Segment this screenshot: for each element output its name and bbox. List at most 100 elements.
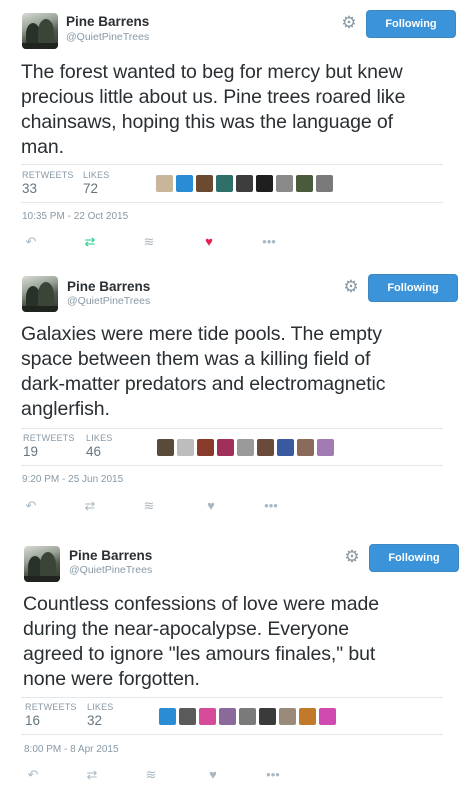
liker-avatar[interactable] <box>257 439 274 456</box>
reply-icon[interactable]: ↶ <box>22 498 40 514</box>
liker-avatars <box>156 175 333 192</box>
tweet: Pine Barrens @QuietPineTrees ⚙ Following… <box>0 536 467 808</box>
reply-icon[interactable]: ↶ <box>22 234 40 250</box>
tweet-text: Countless confessions of love were made … <box>23 592 463 692</box>
liker-avatar[interactable] <box>197 439 214 456</box>
liker-avatar[interactable] <box>276 175 293 192</box>
likes-label[interactable]: LIKES <box>86 433 113 443</box>
user-handle[interactable]: @QuietPineTrees <box>67 295 150 307</box>
divider <box>21 697 443 698</box>
user-handle[interactable]: @QuietPineTrees <box>66 31 149 43</box>
liker-avatar[interactable] <box>157 439 174 456</box>
timestamp[interactable]: 9:20 PM - 25 Jun 2015 <box>22 474 123 485</box>
liker-avatar[interactable] <box>219 708 236 725</box>
heart-icon[interactable]: ♥ <box>200 234 218 250</box>
retweets-label[interactable]: RETWEETS <box>25 702 77 712</box>
retweets-count[interactable]: 16 <box>25 713 40 728</box>
liker-avatars <box>159 708 336 725</box>
timestamp[interactable]: 10:35 PM - 22 Oct 2015 <box>22 211 128 222</box>
liker-avatar[interactable] <box>319 708 336 725</box>
likes-label[interactable]: LIKES <box>83 170 110 180</box>
retweet-icon[interactable]: ⇄ <box>81 498 99 514</box>
following-button[interactable]: Following <box>366 10 456 38</box>
liker-avatar[interactable] <box>297 439 314 456</box>
liker-avatar[interactable] <box>217 439 234 456</box>
avatar[interactable] <box>22 276 58 312</box>
more-icon[interactable]: ••• <box>260 234 278 250</box>
user-handle[interactable]: @QuietPineTrees <box>69 564 152 576</box>
liker-avatar[interactable] <box>316 175 333 192</box>
divider <box>21 734 443 735</box>
tweet-text-line: anglerfish. <box>21 398 110 420</box>
retweet-icon[interactable]: ⇄ <box>81 234 99 250</box>
user-name[interactable]: Pine Barrens <box>66 14 149 29</box>
stack-icon[interactable]: ≋ <box>140 498 158 514</box>
tweet-text-line: chainsaws, hoping this was the language … <box>21 111 393 133</box>
liker-avatar[interactable] <box>196 175 213 192</box>
reply-icon[interactable]: ↶ <box>24 767 42 783</box>
tweet-text: The forest wanted to beg for mercy but k… <box>21 60 461 160</box>
tweet-text-line: during the near-apocalypse. Everyone <box>23 618 349 640</box>
liker-avatar[interactable] <box>299 708 316 725</box>
likes-label[interactable]: LIKES <box>87 702 114 712</box>
heart-icon[interactable]: ♥ <box>204 767 222 783</box>
tweet-text-line: man. <box>21 136 64 158</box>
retweets-count[interactable]: 19 <box>23 444 38 459</box>
gear-icon[interactable]: ⚙ <box>343 548 361 566</box>
liker-avatar[interactable] <box>179 708 196 725</box>
tweet-text: Galaxies were mere tide pools. The empty… <box>21 322 461 422</box>
tweet-text-line: Galaxies were mere tide pools. The empty <box>21 323 382 345</box>
liker-avatars <box>157 439 334 456</box>
liker-avatar[interactable] <box>176 175 193 192</box>
action-bar: ↶ ⇄ ≋ ♥ ••• <box>22 498 302 514</box>
liker-avatar[interactable] <box>279 708 296 725</box>
stack-icon[interactable]: ≋ <box>142 767 160 783</box>
stack-icon[interactable]: ≋ <box>140 234 158 250</box>
liker-avatar[interactable] <box>177 439 194 456</box>
liker-avatar[interactable] <box>239 708 256 725</box>
tweet-text-line: dark-matter predators and electromagneti… <box>21 373 386 395</box>
retweets-count[interactable]: 33 <box>22 181 37 196</box>
tweet-text-line: Countless confessions of love were made <box>23 593 379 615</box>
likes-count[interactable]: 72 <box>83 181 98 196</box>
liker-avatar[interactable] <box>296 175 313 192</box>
user-name[interactable]: Pine Barrens <box>67 279 150 294</box>
liker-avatar[interactable] <box>277 439 294 456</box>
tweet-text-line: precious little about us. Pine trees roa… <box>21 86 406 108</box>
gear-icon[interactable]: ⚙ <box>342 278 360 296</box>
liker-avatar[interactable] <box>199 708 216 725</box>
divider <box>21 428 443 429</box>
retweets-label[interactable]: RETWEETS <box>23 433 75 443</box>
liker-avatar[interactable] <box>317 439 334 456</box>
tweet-text-line: agreed to ignore "les amours finales," b… <box>23 643 376 665</box>
more-icon[interactable]: ••• <box>264 767 282 783</box>
following-button[interactable]: Following <box>368 274 458 302</box>
more-icon[interactable]: ••• <box>262 498 280 514</box>
likes-count[interactable]: 46 <box>86 444 101 459</box>
tweet: Pine Barrens @QuietPineTrees ⚙ Following… <box>0 266 467 534</box>
gear-icon[interactable]: ⚙ <box>340 14 358 32</box>
heart-icon[interactable]: ♥ <box>202 498 220 514</box>
liker-avatar[interactable] <box>256 175 273 192</box>
action-bar: ↶ ⇄ ≋ ♥ ••• <box>24 767 304 783</box>
liker-avatar[interactable] <box>156 175 173 192</box>
liker-avatar[interactable] <box>259 708 276 725</box>
timestamp[interactable]: 8:00 PM - 8 Apr 2015 <box>24 744 119 755</box>
action-bar: ↶ ⇄ ≋ ♥ ••• <box>22 234 302 250</box>
liker-avatar[interactable] <box>237 439 254 456</box>
following-button[interactable]: Following <box>369 544 459 572</box>
tweet-text-line: none were forgotten. <box>23 668 200 690</box>
divider <box>21 465 443 466</box>
divider <box>21 164 443 165</box>
avatar[interactable] <box>22 13 58 49</box>
liker-avatar[interactable] <box>159 708 176 725</box>
tweet: Pine Barrens @QuietPineTrees ⚙ Following… <box>0 0 467 262</box>
user-name[interactable]: Pine Barrens <box>69 548 152 563</box>
retweets-label[interactable]: RETWEETS <box>22 170 74 180</box>
retweet-icon[interactable]: ⇄ <box>83 767 101 783</box>
liker-avatar[interactable] <box>216 175 233 192</box>
avatar[interactable] <box>24 546 60 582</box>
likes-count[interactable]: 32 <box>87 713 102 728</box>
liker-avatar[interactable] <box>236 175 253 192</box>
tweet-text-line: space between them was a killing field o… <box>21 348 371 370</box>
